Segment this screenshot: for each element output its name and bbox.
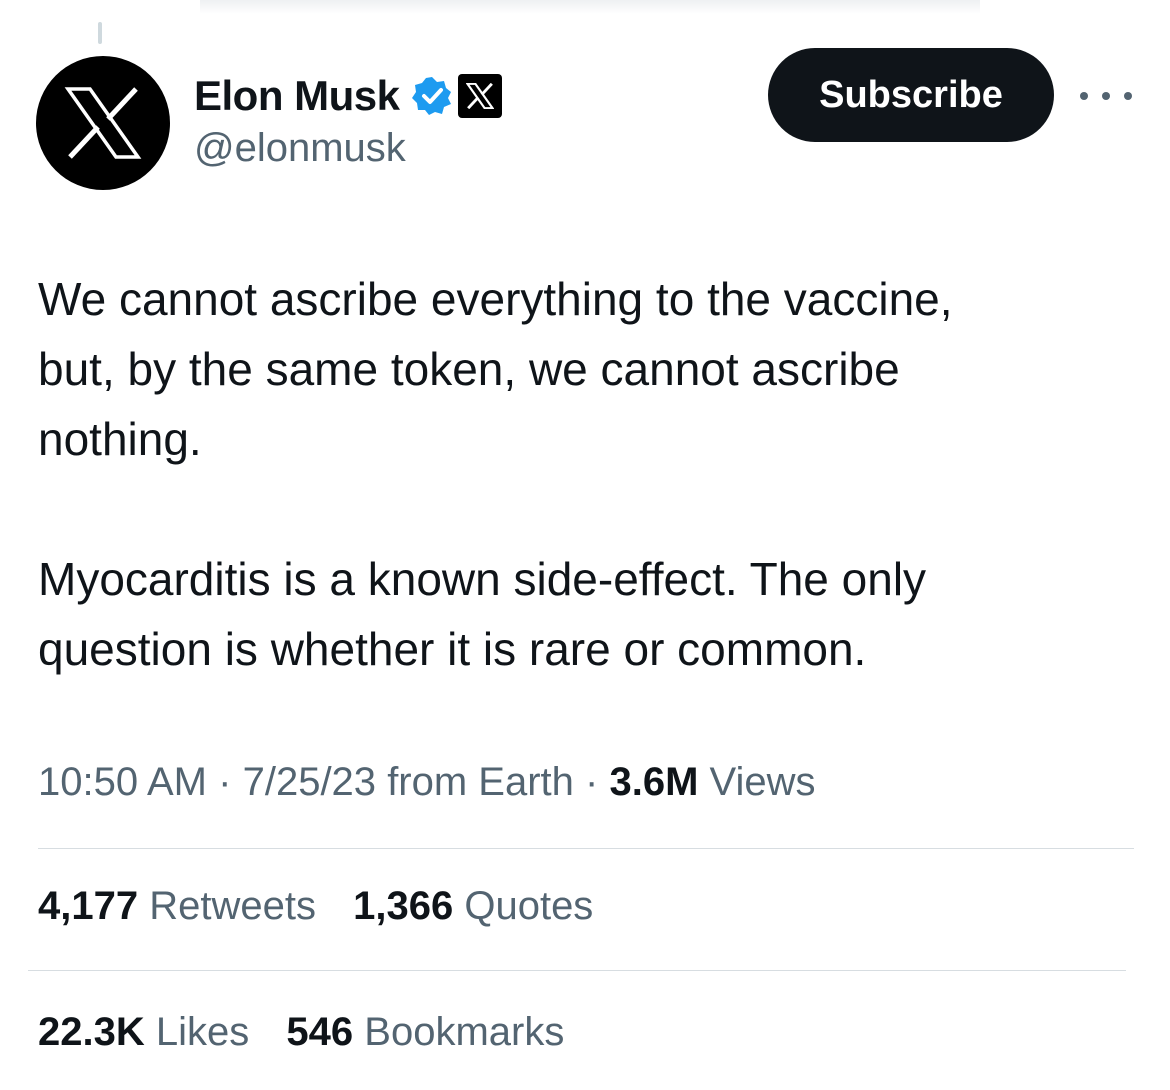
tweet-date[interactable]: 7/25/23 <box>243 760 376 804</box>
more-dot <box>1102 92 1110 100</box>
tweet-paragraph-1: We cannot ascribe everything to the vacc… <box>38 273 953 465</box>
retweets-count: 4,177 <box>38 884 139 928</box>
retweets-label: Retweets <box>149 884 316 928</box>
avatar[interactable] <box>36 56 170 190</box>
divider <box>28 970 1126 971</box>
bookmarks-stat[interactable]: 546 Bookmarks <box>286 1010 564 1055</box>
tweet-time[interactable]: 10:50 AM <box>38 760 207 804</box>
tweet-source: from Earth <box>387 760 574 804</box>
verified-badge-icon[interactable] <box>411 76 452 116</box>
more-dot <box>1124 92 1132 100</box>
more-options-icon[interactable] <box>1080 82 1132 110</box>
author-handle[interactable]: @elonmusk <box>194 126 406 171</box>
likes-stat[interactable]: 22.3K Likes <box>38 1010 249 1055</box>
tweet-paragraph-2: Myocarditis is a known side-effect. The … <box>38 553 927 675</box>
quotes-label: Quotes <box>464 884 594 928</box>
display-name[interactable]: Elon Musk <box>194 72 400 120</box>
views-count[interactable]: 3.6M <box>609 760 698 804</box>
previous-tweet-edge <box>200 0 980 14</box>
subscribe-button[interactable]: Subscribe <box>768 48 1054 142</box>
retweets-stat[interactable]: 4,177 Retweets <box>38 884 316 929</box>
engagement-row-2: 22.3K Likes 546 Bookmarks <box>38 1010 590 1055</box>
x-logo-icon <box>64 87 142 159</box>
likes-count: 22.3K <box>38 1010 145 1054</box>
thread-connector-line <box>98 22 102 44</box>
more-dot <box>1080 92 1088 100</box>
x-affiliate-badge-icon[interactable] <box>457 74 502 118</box>
meta-separator: · <box>585 760 599 804</box>
bookmarks-count: 546 <box>286 1010 354 1054</box>
engagement-row-1: 4,177 Retweets 1,366 Quotes <box>38 884 619 929</box>
tweet-text: We cannot ascribe everything to the vacc… <box>38 264 1138 684</box>
meta-separator: · <box>218 760 232 804</box>
author-name-row: Elon Musk <box>194 70 502 122</box>
views-label[interactable]: Views <box>710 760 816 804</box>
tweet-meta: 10:50 AM · 7/25/23 from Earth · 3.6M Vie… <box>38 760 816 805</box>
bookmarks-label: Bookmarks <box>364 1010 565 1054</box>
quotes-stat[interactable]: 1,366 Quotes <box>353 884 593 929</box>
likes-label: Likes <box>155 1010 250 1054</box>
divider <box>38 848 1134 849</box>
quotes-count: 1,366 <box>353 884 454 928</box>
